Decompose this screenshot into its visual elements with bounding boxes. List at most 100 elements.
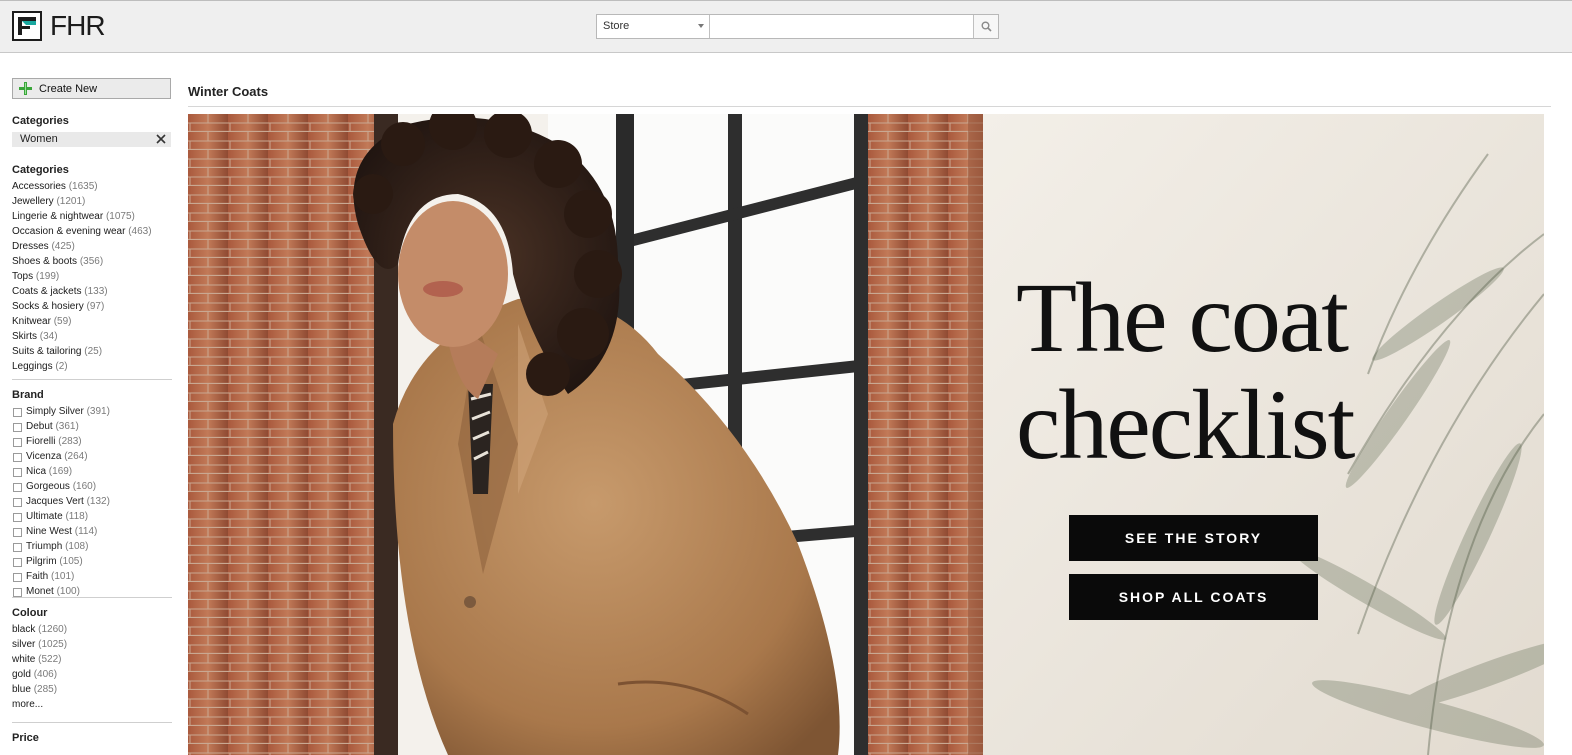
close-icon[interactable] xyxy=(155,133,167,145)
divider xyxy=(12,597,172,598)
page-title: Winter Coats xyxy=(188,84,269,99)
brand-list[interactable]: Simply Silver (391) Debut (361) Fiorelli (… xyxy=(12,404,172,597)
category-item[interactable]: Knitwear (59) xyxy=(12,314,172,329)
selected-filter-label: Women xyxy=(20,133,58,145)
title-divider xyxy=(188,106,1551,107)
brand-item[interactable]: Nine West (114) xyxy=(12,524,172,539)
colour-count: (285) xyxy=(33,684,58,695)
checkbox[interactable] xyxy=(13,543,22,552)
category-count: (133) xyxy=(84,286,108,297)
sidebar: Create New Categories Women Categories A… xyxy=(12,78,172,744)
price-heading: Price xyxy=(12,732,39,744)
checkbox[interactable] xyxy=(13,468,22,477)
brand-item[interactable]: Simply Silver (391) xyxy=(12,404,172,419)
category-item[interactable]: Accessories (1635) xyxy=(12,179,172,194)
more-colours-link[interactable]: more... xyxy=(12,697,172,712)
divider xyxy=(12,379,172,380)
brand-count: (100) xyxy=(56,586,80,597)
brand-item[interactable]: Monet (100) xyxy=(12,584,172,597)
category-label: Skirts xyxy=(12,331,37,342)
brand-item[interactable]: Gorgeous (160) xyxy=(12,479,172,494)
brand-count: (108) xyxy=(65,541,89,552)
colour-item[interactable]: blue (285) xyxy=(12,682,172,697)
category-count: (25) xyxy=(84,346,103,357)
category-item[interactable]: Socks & hosiery (97) xyxy=(12,299,172,314)
checkbox[interactable] xyxy=(13,423,22,432)
category-item[interactable]: Shoes & boots (356) xyxy=(12,254,172,269)
logo-icon[interactable] xyxy=(12,11,42,41)
shop-all-coats-button[interactable]: SHOP ALL COATS xyxy=(1069,574,1318,620)
checkbox[interactable] xyxy=(13,438,22,447)
chevron-down-icon xyxy=(698,24,704,28)
brand-item[interactable]: Fiorelli (283) xyxy=(12,434,172,449)
checkbox[interactable] xyxy=(13,498,22,507)
category-item[interactable]: Dresses (425) xyxy=(12,239,172,254)
category-label: Dresses xyxy=(12,241,49,252)
brand-item[interactable]: Ultimate (118) xyxy=(12,509,172,524)
brand-label: Triumph xyxy=(26,541,63,552)
category-label: Suits & tailoring xyxy=(12,346,82,357)
brand-label: Ultimate xyxy=(26,511,63,522)
colour-label: blue xyxy=(12,684,31,695)
search-scope-select[interactable]: Store xyxy=(597,15,710,38)
brand-label: Debut xyxy=(26,421,53,432)
logo-wordmark[interactable]: FHR xyxy=(50,10,106,42)
brand-item[interactable]: Jacques Vert (132) xyxy=(12,494,172,509)
brand-count: (114) xyxy=(74,526,98,537)
brand-count: (391) xyxy=(86,406,110,417)
checkbox[interactable] xyxy=(13,528,22,537)
category-count: (34) xyxy=(39,331,58,342)
checkbox[interactable] xyxy=(13,408,22,417)
category-item[interactable]: Jewellery (1201) xyxy=(12,194,172,209)
checkbox[interactable] xyxy=(13,573,22,582)
category-label: Jewellery xyxy=(12,196,54,207)
brand-item[interactable]: Pilgrim (105) xyxy=(12,554,172,569)
category-item[interactable]: Tops (199) xyxy=(12,269,172,284)
top-bar: FHR Store xyxy=(0,0,1572,53)
brand-item[interactable]: Triumph (108) xyxy=(12,539,172,554)
create-new-button[interactable]: Create New xyxy=(12,78,171,99)
category-count: (463) xyxy=(128,226,152,237)
brand-count: (105) xyxy=(59,556,83,567)
colour-item[interactable]: white (522) xyxy=(12,652,172,667)
search-input[interactable] xyxy=(710,15,973,38)
brand-count: (118) xyxy=(65,511,89,522)
colour-count: (406) xyxy=(33,669,58,680)
brand-count: (132) xyxy=(86,496,110,507)
brand-item[interactable]: Faith (101) xyxy=(12,569,172,584)
brand-count: (169) xyxy=(48,466,73,477)
see-the-story-button[interactable]: SEE THE STORY xyxy=(1069,515,1318,561)
category-count: (2) xyxy=(55,361,68,372)
banner-headline: The coat checklist xyxy=(1016,264,1466,478)
checkbox[interactable] xyxy=(13,513,22,522)
brand-item[interactable]: Debut (361) xyxy=(12,419,172,434)
checkbox[interactable] xyxy=(13,588,22,597)
brand-label: Fiorelli xyxy=(26,436,56,447)
categories-heading: Categories xyxy=(12,164,69,176)
colour-item[interactable]: silver (1025) xyxy=(12,637,172,652)
brand-label: Nica xyxy=(26,466,47,477)
selected-filters-heading: Categories xyxy=(12,115,69,127)
category-item[interactable]: Leggings (2) xyxy=(12,359,172,374)
search-icon xyxy=(981,21,992,32)
banner-headline-line1: The coat xyxy=(1016,262,1349,373)
colour-item[interactable]: gold (406) xyxy=(12,667,172,682)
category-label: Lingerie & nightwear xyxy=(12,211,104,222)
category-count: (1201) xyxy=(56,196,86,207)
brand-item[interactable]: Nica (169) xyxy=(12,464,172,479)
category-item[interactable]: Coats & jackets (133) xyxy=(12,284,172,299)
brand-item[interactable]: Vicenza (264) xyxy=(12,449,172,464)
category-item[interactable]: Suits & tailoring (25) xyxy=(12,344,172,359)
category-item[interactable]: Occasion & evening wear (463) xyxy=(12,224,172,239)
checkbox[interactable] xyxy=(13,483,22,492)
colour-item[interactable]: black (1260) xyxy=(12,622,172,637)
category-item[interactable]: Skirts (34) xyxy=(12,329,172,344)
colour-label: black xyxy=(12,624,36,635)
checkbox[interactable] xyxy=(13,558,22,567)
brand-label: Faith xyxy=(26,571,49,582)
category-item[interactable]: Lingerie & nightwear (1075) xyxy=(12,209,172,224)
checkbox[interactable] xyxy=(13,453,22,462)
colour-list: black (1260) silver (1025) white (522) gold… xyxy=(12,622,172,697)
search-button[interactable] xyxy=(973,15,998,38)
promo-banner[interactable]: The coat checklist SEE THE STORY SHOP AL… xyxy=(188,114,1544,755)
